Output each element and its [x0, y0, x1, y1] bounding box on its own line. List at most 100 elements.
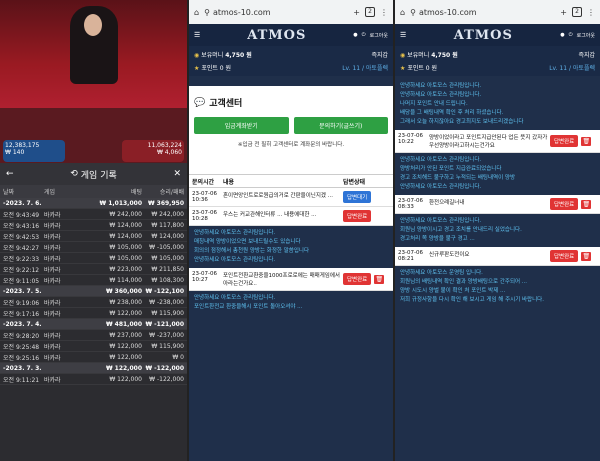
banker-bet-area[interactable]: 11,063,224 ₩ 4,060: [122, 140, 184, 162]
history-bet: ₩ 124,000: [109, 221, 142, 229]
point-label: 포인트: [201, 65, 218, 72]
inquiry-row[interactable]: 23-07-06 10:36 혼이면앙인트로로원급의거로 간판을이닌지겠 ...…: [189, 188, 393, 207]
write-inquiry-button[interactable]: 문의하기(글쓰기): [293, 117, 388, 134]
game-history-screen: 12,383,175 ₩ 140 11,063,224 ₩ 4,060 ← ⟲ 게…: [0, 0, 187, 461]
wallet-link[interactable]: 즉지갑: [578, 50, 595, 59]
user-icon[interactable]: ●: [353, 32, 357, 38]
inquiry-content: 신규루판도전이요: [429, 252, 470, 258]
lock-icon: ⚲: [204, 7, 210, 17]
hamburger-menu-icon[interactable]: ☰: [194, 31, 200, 39]
status-answered-button[interactable]: 답변완료: [343, 273, 372, 285]
status-answered-button[interactable]: 답변완료: [550, 135, 579, 147]
home-icon[interactable]: ⌂: [400, 8, 405, 17]
status-answered-button[interactable]: 답변완료: [550, 198, 579, 210]
reply-text: 양방처리가 안된 포인트 지급완료되었습니다: [400, 166, 502, 172]
customer-center-box: 💬 고객센터 입금계좌받기 문의하기(글쓰기) ※입금 전 필히 고객센터로 계좌…: [189, 86, 393, 174]
tab-count-icon[interactable]: 2: [365, 7, 375, 17]
history-date: 오전 9:11:21: [3, 376, 40, 384]
reply-text: 경고 조치해드 불구하고 누적되는 배팅내역이 양방: [400, 175, 516, 181]
history-bet: ₩ 124,000: [109, 232, 142, 240]
player-bet-total: 12,383,175: [5, 142, 40, 149]
inquiry-row[interactable]: 23-07-06 10:22 양방이었이라고 포인트지급안된다 업든 뜻지 갔자…: [395, 130, 600, 153]
reply-text: 안녕하세요 아토모스 관리팀입니다.: [400, 157, 482, 163]
browser-menu-icon[interactable]: ⋮: [380, 8, 388, 17]
trash-icon[interactable]: 🗑: [581, 251, 592, 261]
player-bet-stake: ₩ 140: [5, 149, 25, 156]
inquiry-row[interactable]: 23-07-06 10:27 포인트전환교환중을1000프로로에는 매매게임에서…: [189, 268, 393, 291]
logout-label[interactable]: 로그아웃: [370, 32, 388, 39]
inquiry-content: 환전으례길너내: [429, 200, 465, 206]
trash-icon[interactable]: 🗑: [581, 199, 592, 209]
wallet-link[interactable]: 즉지갑: [371, 50, 388, 59]
inquiry-row[interactable]: 23-07-06 08:33 환전으례길너내 답변완료 🗑: [395, 195, 600, 214]
logout-icon[interactable]: ⏻: [569, 32, 573, 38]
banker-bet-total: 11,063,224: [147, 142, 182, 149]
close-icon[interactable]: ✕: [173, 169, 181, 179]
status-answered-button[interactable]: 답변완료: [343, 210, 372, 222]
url-field[interactable]: ⚲ atmos-10.com: [410, 8, 555, 17]
new-tab-icon[interactable]: +: [353, 8, 360, 17]
history-date-row[interactable]: -2023. 7. 3. ₩ 122,000 ₩ -122,000: [0, 363, 187, 374]
history-result: ₩ -122,000: [145, 364, 184, 372]
tab-count-icon[interactable]: 2: [572, 7, 582, 17]
cs-title: 고객센터: [209, 99, 243, 109]
reply-block: 안녕하세요 아토모스 관리팀입니다. 포인트환전교 환중을해시 포인트 돌아오셔…: [189, 291, 393, 315]
history-result: ₩ 105,000: [151, 254, 184, 262]
deposit-notice: ※입금 전 필히 고객센터로 계좌문의 바랍니다.: [237, 142, 345, 148]
history-result: ₩ 117,800: [151, 221, 184, 229]
reply-text: 저희 규정사항을 다시 확인 해 보시고 게임 해 주시기 바랍니다.: [400, 297, 544, 303]
history-date: 오전 9:22:12: [3, 266, 40, 274]
history-header: 날짜 게임 배팅 승리/패배: [0, 185, 187, 198]
status-pending-button[interactable]: 답변대기: [343, 191, 372, 203]
history-date-row[interactable]: -2023. 7. 5. ₩ 360,000 ₩ -122,100: [0, 286, 187, 297]
logout-label[interactable]: 로그아웃: [577, 32, 595, 39]
inquiry-row[interactable]: 23-07-06 08:21 신규루판도전이요 답변완료 🗑: [395, 247, 600, 266]
money-icon: ◉: [194, 52, 200, 59]
history-game: 바카라: [44, 233, 61, 241]
history-bet: ₩ 122,000: [109, 375, 142, 383]
history-date: -2023. 7. 3.: [3, 364, 42, 372]
history-bet: ₩ 105,000: [109, 243, 142, 251]
history-date: 오전 9:22:33: [3, 255, 40, 263]
player-bet-area[interactable]: 12,383,175 ₩ 140: [3, 140, 65, 162]
inquiry-row[interactable]: 23-07-06 10:28 우스는 커교관해인터류 ... 내용에대한 ...…: [189, 207, 393, 226]
history-row: 오전 9:43:16 바카라 ₩ 124,000 ₩ 117,800: [0, 220, 187, 231]
hamburger-menu-icon[interactable]: ☰: [400, 31, 406, 39]
history-result: ₩ -122,100: [145, 287, 184, 295]
reply-text: 안녕하세요 아토모스 관리팀입니다.: [400, 92, 482, 98]
history-row: 오전 9:25:16 바카라 ₩ 122,000 ₩ 0: [0, 352, 187, 363]
reply-block: 안녕하세요 아토모스 관리팀입니다. 매칭내역 양방이었으면 보내드릴수도 있습…: [189, 226, 393, 268]
history-game: 바카라: [44, 244, 61, 252]
inquiry-content: 포인트전환교환중을1000프로로에는 매매게임에서아라는건가요..: [223, 273, 340, 287]
site-logo[interactable]: ATMOS: [454, 28, 513, 43]
col-date: 날짜: [3, 189, 15, 196]
lock-icon: ⚲: [410, 7, 416, 17]
history-result: ₩ 0: [172, 353, 184, 361]
url-field[interactable]: ⚲ atmos-10.com: [204, 8, 348, 17]
history-bet: ₩ 122,000: [109, 309, 142, 317]
status-answered-button[interactable]: 답변완료: [550, 250, 579, 262]
trash-icon[interactable]: 🗑: [581, 136, 592, 146]
inquiry-content: 양방이었이라고 포인트지급안된다 업든 뜻지 갔자가 우선양방이라고하시는건가요: [429, 135, 548, 149]
point-icon: ★: [194, 65, 200, 72]
history-row: 오전 9:19:06 바카라 ₩ 238,000 ₩ -238,000: [0, 297, 187, 308]
home-icon[interactable]: ⌂: [194, 8, 199, 17]
back-arrow-icon[interactable]: ←: [6, 169, 14, 179]
logout-icon[interactable]: ⏻: [362, 32, 366, 38]
browser-menu-icon[interactable]: ⋮: [587, 8, 595, 17]
new-tab-icon[interactable]: +: [560, 8, 567, 17]
history-date-row[interactable]: -2023. 7. 4. ₩ 481,000 ₩ -121,000: [0, 319, 187, 330]
history-date-row[interactable]: -2023. 7. 6. ₩ 1,013,000 ₩ 369,950: [0, 198, 187, 209]
reply-text: 경고처리 쪽 양방을 불구 경고 ...: [400, 236, 475, 242]
level-badge: Lv. 11 / 아토플렉: [342, 65, 388, 72]
url-text: atmos-10.com: [212, 7, 271, 17]
history-date: 오전 9:11:05: [3, 277, 40, 285]
customer-center-screen: ⌂ ⚲ atmos-10.com + 2 ⋮ ☰ ATMOS ● ⏻ 로그아웃 ◉…: [189, 0, 393, 461]
reply-block: 안녕하세요 아토모스 운영팀 입니다. 회원님의 배팅내역 확인 결과 양방배팅…: [395, 266, 600, 308]
trash-icon[interactable]: 🗑: [374, 274, 385, 284]
history-date: 오전 9:25:48: [3, 343, 40, 351]
user-icon[interactable]: ●: [560, 32, 564, 38]
deposit-account-button[interactable]: 입금계좌받기: [194, 117, 289, 134]
reply-text: 매칭내역 양방이었으면 보내드릴수도 있습니다: [194, 239, 301, 245]
site-logo[interactable]: ATMOS: [247, 28, 306, 43]
